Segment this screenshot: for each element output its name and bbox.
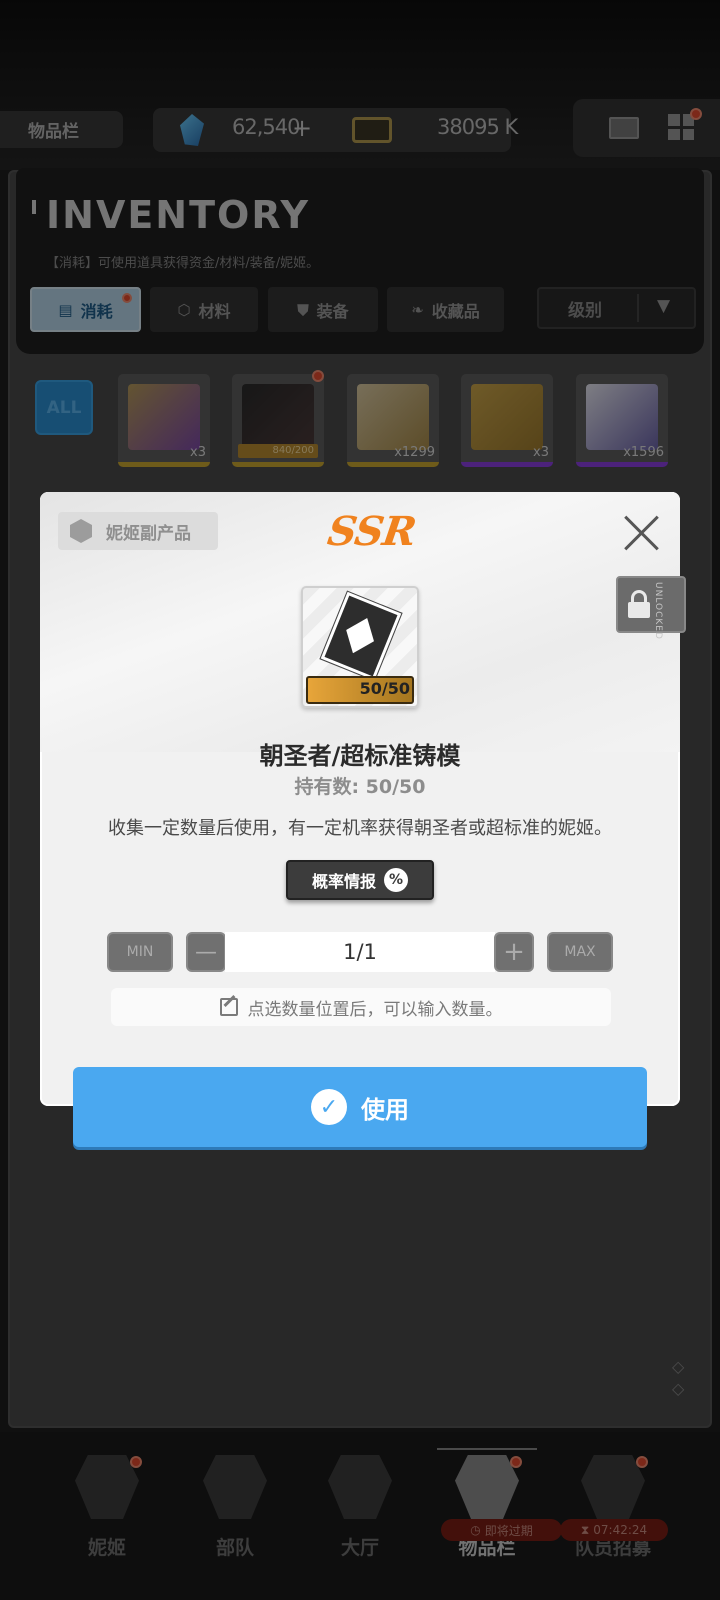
- probability-info-button[interactable]: 概率情报 %: [286, 860, 434, 900]
- close-icon[interactable]: [622, 514, 660, 552]
- quantity-input[interactable]: 1/1: [225, 932, 495, 972]
- item-name: 朝圣者/超标准铸模: [259, 742, 461, 770]
- item-description: 收集一定数量后使用，有一定机率获得朝圣者或超标准的妮姬。: [108, 818, 612, 839]
- hint-text: 点选数量位置后，可以输入数量。: [247, 999, 503, 1020]
- hexagon-icon: [70, 519, 92, 543]
- decrement-button[interactable]: —: [186, 932, 226, 972]
- min-button[interactable]: MIN: [107, 932, 173, 972]
- use-button[interactable]: ✓ 使用: [73, 1067, 647, 1147]
- edit-icon: [219, 998, 238, 1016]
- unlock-icon: [628, 590, 650, 618]
- quantity-hint: 点选数量位置后，可以输入数量。: [111, 988, 611, 1026]
- max-button[interactable]: MAX: [547, 932, 613, 972]
- owned-count: 持有数: 50/50: [294, 776, 426, 798]
- increment-button[interactable]: +: [494, 932, 534, 972]
- rarity-label: SSR: [324, 508, 419, 555]
- item-count: 50/50: [359, 679, 410, 698]
- lock-toggle[interactable]: [616, 576, 686, 633]
- category-tag: 妮姬副产品: [58, 512, 218, 550]
- check-icon: ✓: [311, 1089, 347, 1125]
- percent-icon: %: [384, 868, 408, 892]
- use-label: 使用: [361, 1095, 409, 1124]
- probability-label: 概率情报: [311, 872, 376, 891]
- category-label: 妮姬副产品: [106, 523, 191, 544]
- unlock-label: UNLOCKED: [653, 582, 663, 640]
